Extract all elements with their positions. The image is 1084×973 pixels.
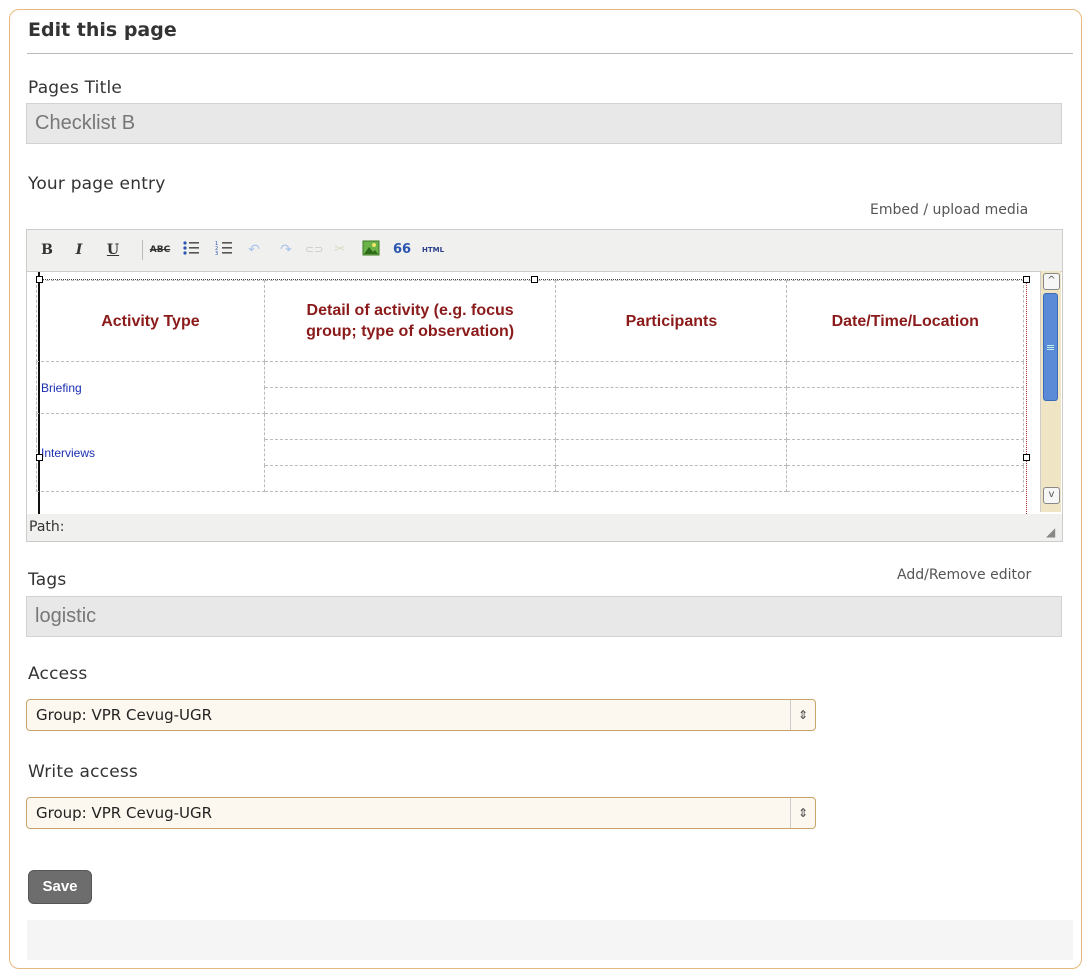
table-cell[interactable] (555, 413, 788, 440)
title-divider (27, 53, 1073, 54)
access-selected-value: Group: VPR Cevug-UGR (36, 706, 213, 724)
header-detail-of-activity: Detail of activity (e.g. focus group; ty… (263, 280, 557, 362)
resize-handle[interactable] (1023, 276, 1030, 283)
unlink-icon[interactable]: ✂ (331, 240, 349, 260)
editor-content[interactable]: Activity Type Detail of activity (e.g. f… (27, 271, 1062, 515)
select-arrows-icon: ⇕ (790, 700, 815, 730)
path-label: Path: (29, 519, 65, 535)
numbered-list-icon[interactable]: 123 (214, 240, 234, 260)
table-cell[interactable] (263, 361, 557, 388)
table-row-label-interviews[interactable]: Interviews (36, 413, 265, 492)
scroll-up-icon[interactable]: ^ (1043, 273, 1060, 290)
svg-text:3: 3 (215, 251, 218, 256)
panel-title: Edit this page (28, 19, 177, 41)
redo-icon[interactable]: ↷ (277, 240, 295, 260)
tags-label: Tags (28, 570, 67, 590)
rich-text-editor: B I U ABC 123 ↶ ↷ ⊂⊃ ✂ 66 HTML Activity … (26, 229, 1063, 542)
write-access-label: Write access (28, 762, 138, 782)
save-button[interactable]: Save (28, 870, 92, 904)
access-label: Access (28, 664, 88, 684)
table-cell[interactable] (786, 387, 1024, 414)
access-select[interactable]: Group: VPR Cevug-UGR ⇕ (26, 699, 816, 731)
italic-button[interactable]: I (71, 240, 87, 260)
embed-media-link[interactable]: Embed / upload media (870, 202, 1028, 218)
blockquote-button[interactable]: 66 (393, 240, 411, 260)
link-icon[interactable]: ⊂⊃ (305, 240, 323, 260)
resize-handle[interactable] (36, 454, 43, 461)
toolbar-separator (142, 240, 143, 260)
resize-grip-icon[interactable]: ◢ (1046, 526, 1058, 538)
table-cell[interactable] (263, 387, 557, 414)
checklist-table[interactable]: Activity Type Detail of activity (e.g. f… (36, 280, 1024, 492)
image-icon[interactable] (361, 240, 381, 260)
table-cell[interactable] (786, 413, 1024, 440)
editor-scrollbar[interactable]: ^ ≡ v (1040, 271, 1061, 512)
table-cell[interactable] (263, 413, 557, 440)
table-cell[interactable] (263, 439, 557, 466)
table-cell[interactable] (555, 387, 788, 414)
table-cell[interactable] (786, 361, 1024, 388)
header-date-time-location: Date/Time/Location (786, 280, 1024, 362)
strikethrough-button[interactable]: ABC (149, 240, 171, 260)
add-remove-editor-link[interactable]: Add/Remove editor (897, 567, 1031, 583)
write-access-select[interactable]: Group: VPR Cevug-UGR ⇕ (26, 797, 816, 829)
selection-border-right (1026, 279, 1027, 514)
table-cell[interactable] (786, 465, 1024, 492)
html-source-button[interactable]: HTML (417, 240, 449, 260)
bold-button[interactable]: B (39, 240, 55, 260)
page-title-input[interactable]: Checklist B (26, 103, 1062, 144)
underline-button[interactable]: U (105, 240, 121, 260)
resize-handle[interactable] (1023, 454, 1030, 461)
scrollbar-thumb[interactable]: ≡ (1043, 293, 1058, 401)
tags-input[interactable]: logistic (26, 596, 1062, 637)
form-footer (27, 920, 1073, 960)
resize-handle[interactable] (36, 276, 43, 283)
editor-toolbar: B I U ABC 123 ↶ ↷ ⊂⊃ ✂ 66 HTML (27, 230, 1062, 270)
write-access-selected-value: Group: VPR Cevug-UGR (36, 804, 213, 822)
page-title-label: Pages Title (28, 78, 123, 98)
scroll-down-icon[interactable]: v (1043, 487, 1060, 504)
bullet-list-icon[interactable] (181, 240, 201, 260)
header-participants: Participants (555, 280, 788, 362)
table-row-label-briefing[interactable]: Briefing (36, 361, 265, 414)
select-arrows-icon: ⇕ (790, 798, 815, 828)
table-cell[interactable] (263, 465, 557, 492)
header-activity-type: Activity Type (36, 280, 265, 362)
page-entry-label: Your page entry (28, 174, 166, 194)
table-cell[interactable] (786, 439, 1024, 466)
editor-statusbar: Path: ◢ (27, 514, 1062, 541)
undo-icon[interactable]: ↶ (245, 240, 263, 260)
table-cell[interactable] (555, 361, 788, 388)
table-cell[interactable] (555, 465, 788, 492)
table-cell[interactable] (555, 439, 788, 466)
resize-handle[interactable] (531, 276, 538, 283)
